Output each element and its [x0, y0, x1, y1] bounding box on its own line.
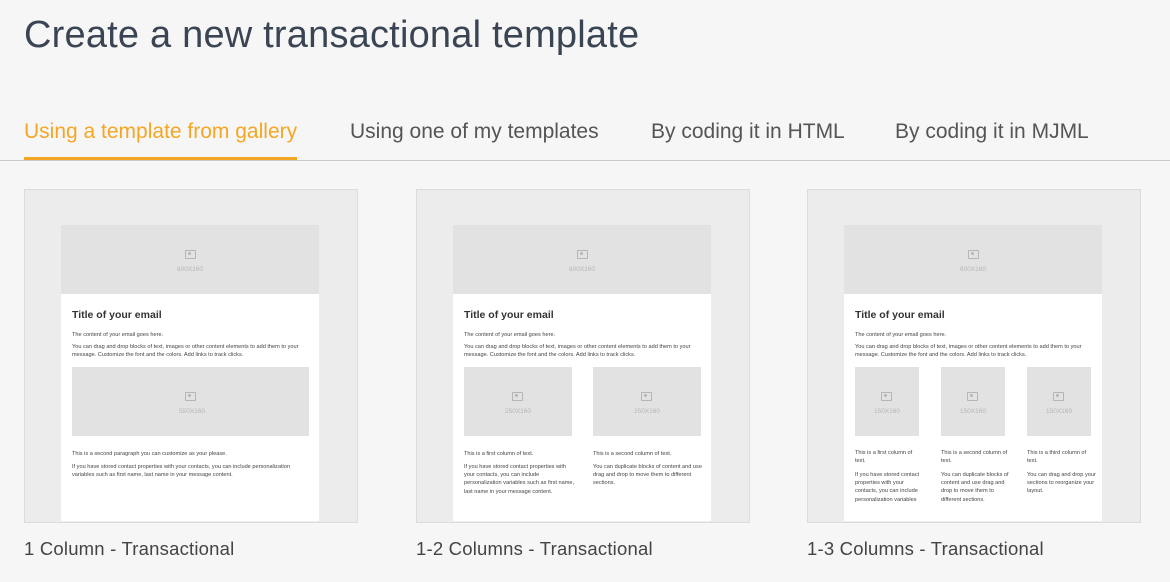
column-2-text: You can duplicate blocks of content and … — [593, 464, 702, 487]
tab-template-gallery[interactable]: Using a template from gallery — [24, 110, 298, 160]
column-2-image-placeholder: 250X160 — [593, 367, 701, 436]
column-2-heading: This is a second column of text. — [941, 450, 1008, 465]
column-2-text: You can duplicate blocks of content and … — [941, 472, 1009, 503]
email-paragraph-2: This is a second paragraph you can custo… — [72, 451, 227, 457]
image-size-label: 250X160 — [505, 408, 532, 415]
image-icon — [881, 392, 892, 401]
image-size-label: 600X160 — [569, 266, 596, 273]
email-intro: The content of your email goes here. — [855, 332, 947, 338]
image-size-label: 600X160 — [960, 266, 987, 273]
hero-image-placeholder: 600X160 — [61, 225, 319, 294]
column-1-heading: This is a first column of text. — [855, 450, 913, 465]
tab-bar: Using a template from gallery Using one … — [0, 110, 1170, 161]
tab-my-templates[interactable]: Using one of my templates — [350, 110, 599, 159]
column-1-image-placeholder: 250X160 — [464, 367, 572, 436]
image-icon — [577, 250, 588, 259]
tab-code-mjml[interactable]: By coding it in MJML — [895, 110, 1089, 159]
column-2-heading: This is a second column of text. — [593, 451, 672, 457]
email-intro: The content of your email goes here. — [464, 332, 556, 338]
image-icon — [185, 392, 196, 401]
column-1-image-placeholder: 150X160 — [855, 367, 919, 436]
image-size-label: 250X160 — [634, 408, 661, 415]
image-icon — [968, 250, 979, 259]
email-title: Title of your email — [464, 309, 554, 321]
image-size-label: 550X160 — [179, 408, 206, 415]
image-size-label: 150X160 — [874, 408, 901, 415]
email-title: Title of your email — [855, 309, 945, 321]
column-3-image-placeholder: 150X160 — [1027, 367, 1091, 436]
hero-image-placeholder: 600X160 — [453, 225, 711, 294]
template-preview[interactable]: 600X160 Title of your email The content … — [807, 189, 1141, 523]
image-icon — [185, 250, 196, 259]
column-1-heading: This is a first column of text. — [464, 451, 534, 457]
template-name[interactable]: 1-2 Columns - Transactional — [416, 538, 653, 560]
email-body: You can drag and drop blocks of text, im… — [464, 344, 691, 359]
email-paragraph-3: If you have stored contact properties wi… — [72, 464, 290, 479]
template-card-1-2-columns[interactable]: 600X160 Title of your email The content … — [416, 189, 750, 559]
email-preview: 600X160 Title of your email The content … — [61, 225, 319, 521]
column-1-text: If you have stored contact properties wi… — [464, 464, 575, 495]
image-icon — [512, 392, 523, 401]
email-preview: 600X160 Title of your email The content … — [453, 225, 711, 521]
image-icon — [641, 392, 652, 401]
template-card-1-column[interactable]: 600X160 Title of your email The content … — [24, 189, 358, 559]
page-title: Create a new transactional template — [24, 14, 640, 56]
column-1-text: If you have stored contact properties wi… — [855, 472, 920, 503]
email-intro: The content of your email goes here. — [72, 332, 164, 338]
image-size-label: 150X160 — [960, 408, 987, 415]
hero-image-placeholder: 600X160 — [844, 225, 1102, 294]
image-icon — [1053, 392, 1064, 401]
column-3-heading: This is a third column of text. — [1027, 450, 1087, 465]
image-size-label: 150X160 — [1046, 408, 1073, 415]
email-body: You can drag and drop blocks of text, im… — [855, 344, 1082, 359]
column-3-text: You can drag and drop your sections to r… — [1027, 472, 1096, 495]
image-size-label: 600X160 — [177, 266, 204, 273]
email-preview: 600X160 Title of your email The content … — [844, 225, 1102, 521]
template-name[interactable]: 1 Column - Transactional — [24, 538, 234, 560]
email-body: You can drag and drop blocks of text, im… — [72, 344, 299, 359]
template-preview[interactable]: 600X160 Title of your email The content … — [24, 189, 358, 523]
template-name[interactable]: 1-3 Columns - Transactional — [807, 538, 1044, 560]
column-2-image-placeholder: 150X160 — [941, 367, 1005, 436]
image-icon — [967, 392, 978, 401]
image-placeholder: 550X160 — [72, 367, 309, 436]
template-card-1-3-columns[interactable]: 600X160 Title of your email The content … — [807, 189, 1141, 559]
template-preview[interactable]: 600X160 Title of your email The content … — [416, 189, 750, 523]
tab-code-html[interactable]: By coding it in HTML — [651, 110, 845, 159]
email-title: Title of your email — [72, 309, 162, 321]
